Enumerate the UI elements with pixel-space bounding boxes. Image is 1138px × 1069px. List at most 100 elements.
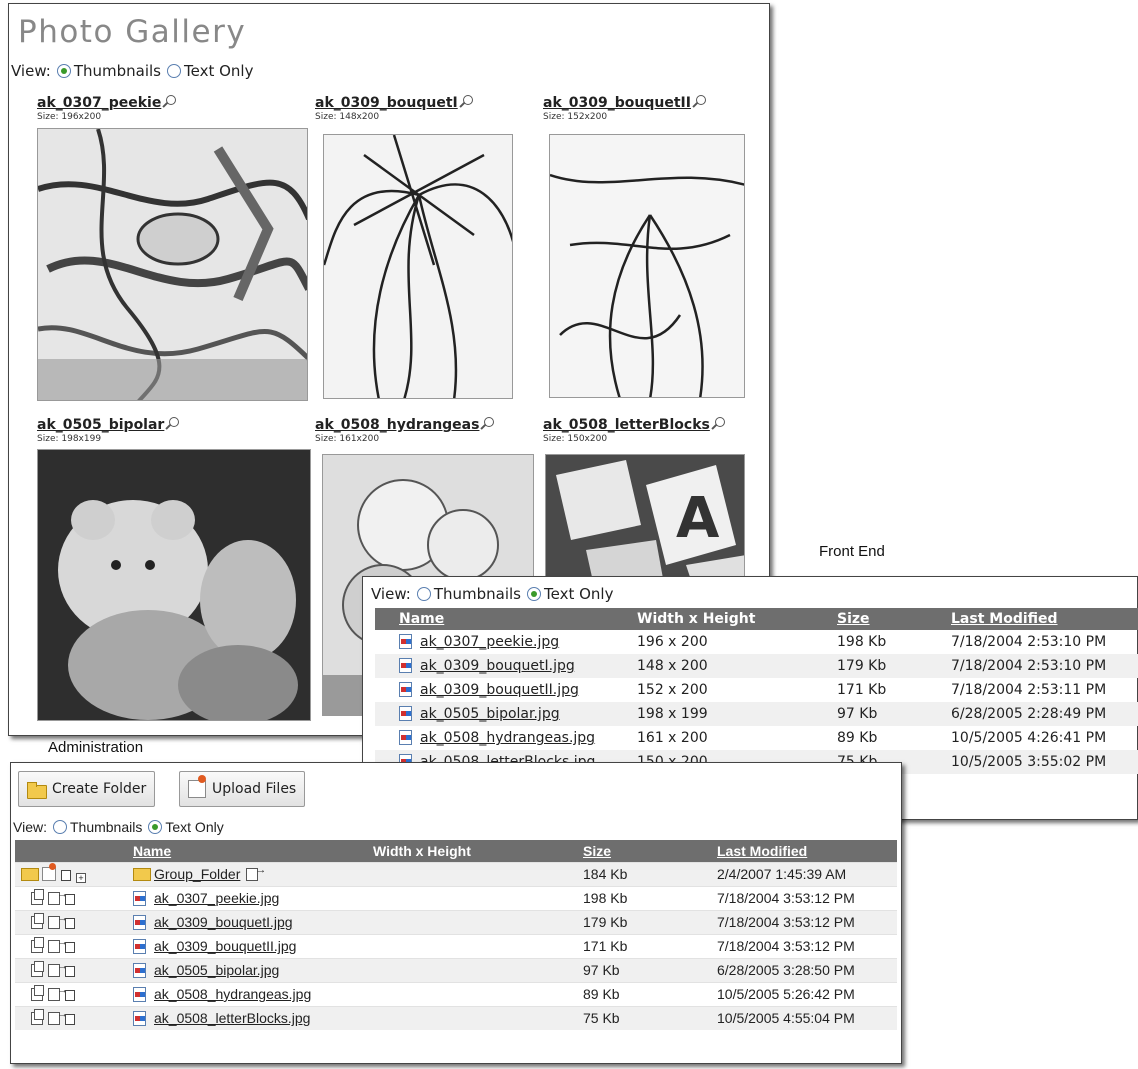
folder-icon[interactable] [21,867,39,881]
image-file-icon [399,658,412,673]
copy-icon[interactable] [31,985,44,1001]
move-icon[interactable] [48,888,68,905]
column-header-dimensions: Width x Height [631,608,831,630]
magnifier-icon[interactable] [462,95,473,105]
copy-icon[interactable] [31,913,44,929]
row-actions [15,885,127,910]
radio-text-only[interactable] [148,820,163,834]
thumbnail-image-bipolar[interactable] [37,449,311,721]
column-header-name[interactable]: Name [127,840,367,862]
thumbnail-name-link[interactable]: ak_0508_hydrangeas [315,417,479,433]
file-link[interactable]: ak_0309_bouquetII.jpg [154,938,296,954]
frontend-view-switch: View: Thumbnails Text Only [371,585,619,603]
file-dimensions: 196 x 200 [637,634,708,650]
front-end-label: Front End [819,543,885,560]
table-header-row: Name Width x Height Size Last Modified [375,608,1138,630]
move-icon[interactable] [48,1008,68,1026]
radio-text-only[interactable] [527,587,542,601]
copy-icon[interactable] [31,937,44,953]
magnifier-icon[interactable] [166,95,177,105]
table-header-row: Name Width x Height Size Last Modified [15,840,897,862]
folder-link[interactable]: Group_Folder [154,866,240,882]
thumbnail-name-link[interactable]: ak_0307_peekie [37,95,161,111]
file-link[interactable]: ak_0505_bipolar.jpg [420,706,560,722]
trash-icon[interactable] [61,869,71,881]
trash-icon[interactable] [65,894,75,905]
magnifier-icon[interactable] [714,417,725,427]
radio-thumbnails-label[interactable]: Thumbnails [434,585,521,603]
table-row: ak_0508_hydrangeas.jpg 161 x 200 89 Kb 1… [375,726,1138,750]
column-header-last-modified[interactable]: Last Modified [945,608,1138,630]
trash-icon[interactable] [65,1014,75,1026]
thumbnail-item: ak_0309_bouquetI Size: 148x200 [315,92,473,122]
trash-icon[interactable] [65,990,75,1001]
file-link[interactable]: ak_0508_hydrangeas.jpg [420,730,595,746]
table-row: ak_0505_bipolar.jpg 198 x 199 97 Kb 6/28… [375,702,1138,726]
copy-icon[interactable] [31,1009,44,1026]
move-icon[interactable] [48,912,68,929]
file-link[interactable]: ak_0309_bouquetI.jpg [154,914,293,930]
radio-thumbnails-label[interactable]: Thumbnails [74,62,161,80]
file-link[interactable]: ak_0508_hydrangeas.jpg [154,986,311,1002]
magnifier-icon[interactable] [169,417,180,427]
row-actions [15,909,127,934]
radio-thumbnails[interactable] [52,820,67,834]
radio-thumbnails[interactable] [416,587,431,601]
radio-text-only-label[interactable]: Text Only [544,585,613,603]
radio-thumbnails[interactable] [56,64,71,78]
file-modified: 7/18/2004 3:53:12 PM [711,933,897,958]
thumbnail-image-bouquetI[interactable] [323,134,513,399]
file-link[interactable]: ak_0505_bipolar.jpg [154,962,279,978]
column-header-name[interactable]: Name [393,608,631,630]
thumbnail-name-link[interactable]: ak_0309_bouquetII [543,95,691,111]
magnifier-icon[interactable] [695,95,706,105]
copy-icon[interactable] [31,961,44,977]
move-icon[interactable] [48,936,68,953]
thumbnail-image-letterBlocks[interactable]: A [545,454,745,594]
create-folder-button[interactable]: Create Folder [18,771,156,807]
gallery-title: Photo Gallery [18,14,247,50]
column-header-size[interactable]: Size [577,840,711,862]
view-label: View: [13,819,47,835]
thumbnail-name-link[interactable]: ak_0309_bouquetI [315,95,458,111]
row-actions [15,957,127,982]
copy-icon[interactable] [31,889,44,905]
file-size: 171 Kb [837,682,887,698]
column-header-size[interactable]: Size [831,608,945,630]
row-actions [15,981,127,1006]
move-icon[interactable] [48,984,68,1001]
file-size: 198 Kb [577,885,711,910]
thumbnail-name-link[interactable]: ak_0508_letterBlocks [543,417,710,433]
move-icon[interactable] [48,960,68,977]
trash-icon[interactable] [65,966,75,977]
move-icon[interactable] [246,864,266,881]
trash-icon[interactable] [65,918,75,929]
thumbnail-image-bouquetII[interactable] [549,134,745,398]
expand-icon[interactable]: + [76,872,86,883]
file-link[interactable]: ak_0307_peekie.jpg [154,890,279,906]
column-header-last-modified[interactable]: Last Modified [711,840,897,862]
file-link[interactable]: ak_0309_bouquetI.jpg [420,658,575,674]
folder-row: + Group_Folder 184 Kb 2/4/2007 1:45:39 A… [15,861,897,886]
radio-thumbnails-label[interactable]: Thumbnails [70,819,142,835]
gallery-view-switch: View: Thumbnails Text Only [11,62,259,80]
thumbnail-size: Size: 148x200 [315,112,380,122]
file-link[interactable]: ak_0307_peekie.jpg [420,634,559,650]
radio-text-only[interactable] [167,64,182,78]
upload-files-button[interactable]: Upload Files [179,771,306,807]
folder-modified: 2/4/2007 1:45:39 AM [711,861,897,886]
edit-icon[interactable] [42,862,56,881]
file-link[interactable]: ak_0309_bouquetII.jpg [420,682,579,698]
thumbnail-name-link[interactable]: ak_0505_bipolar [37,417,164,433]
thumbnail-image-peekie[interactable] [37,128,308,401]
row-actions: + [15,861,127,886]
trash-icon[interactable] [65,942,75,953]
radio-text-only-label[interactable]: Text Only [165,819,223,835]
thumbnail-size: Size: 196x200 [37,112,102,122]
file-modified: 10/5/2005 4:26:41 PM [951,730,1107,746]
radio-text-only-label[interactable]: Text Only [184,62,253,80]
image-file-icon [133,891,146,906]
file-link[interactable]: ak_0508_letterBlocks.jpg [154,1010,310,1026]
header-actions-spacer [15,840,127,862]
magnifier-icon[interactable] [484,417,495,427]
